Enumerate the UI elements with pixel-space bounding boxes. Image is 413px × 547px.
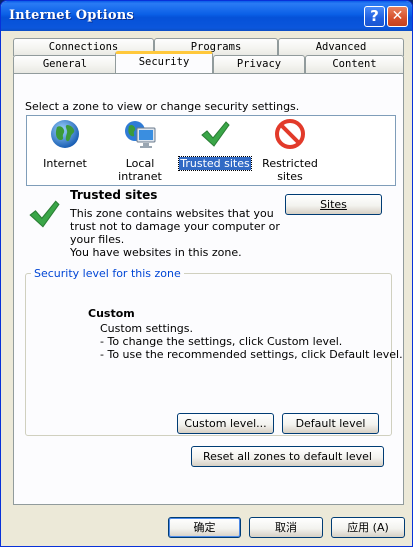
zone-description: This zone contains websites that you tru… bbox=[70, 207, 280, 259]
tab-content[interactable]: Content bbox=[305, 55, 404, 73]
level-desc-line-2: - To change the settings, click Custom l… bbox=[100, 335, 343, 348]
sites-button[interactable]: Sites bbox=[285, 194, 382, 215]
default-level-button[interactable]: Default level bbox=[282, 413, 379, 434]
zone-title: Trusted sites bbox=[70, 188, 158, 202]
zone-desc-line-3: your files. bbox=[70, 233, 125, 246]
level-desc-line-3: - To use the recommended settings, click… bbox=[100, 348, 403, 361]
tab-advanced[interactable]: Advanced bbox=[278, 38, 404, 56]
zone-internet[interactable]: Internet bbox=[27, 118, 103, 170]
title-bar[interactable]: Internet Options ? ✕ bbox=[1, 1, 412, 31]
restricted-icon bbox=[275, 119, 305, 149]
zone-restricted-sites[interactable]: Restricted sites bbox=[252, 118, 328, 183]
help-button[interactable]: ? bbox=[364, 6, 385, 27]
checkmark-icon bbox=[201, 121, 230, 147]
internet-options-window: Internet Options ? ✕ Connections Program… bbox=[0, 0, 413, 547]
zone-local-intranet-label: Local intranet bbox=[118, 157, 162, 183]
zone-restricted-sites-label-1: Restricted bbox=[262, 157, 318, 170]
intranet-icon bbox=[125, 121, 156, 148]
custom-level-button[interactable]: Custom level... bbox=[177, 413, 274, 434]
close-button[interactable]: ✕ bbox=[387, 6, 408, 27]
zone-trusted-sites-label: Trusted sites bbox=[178, 156, 252, 171]
zone-restricted-sites-label-2: sites bbox=[277, 170, 303, 183]
zone-desc-line-2: trust not to damage your computer or bbox=[70, 220, 280, 233]
globe-icon bbox=[51, 120, 79, 148]
ok-button[interactable]: 确定 bbox=[168, 517, 241, 538]
trusted-sites-checkmark-icon bbox=[29, 200, 60, 228]
tab-privacy[interactable]: Privacy bbox=[213, 55, 305, 73]
security-level-legend: Security level for this zone bbox=[31, 267, 184, 280]
level-title: Custom bbox=[88, 307, 135, 320]
level-description: Custom settings. - To change the setting… bbox=[100, 322, 403, 361]
zone-internet-label: Internet bbox=[43, 157, 87, 170]
reset-all-zones-button[interactable]: Reset all zones to default level bbox=[191, 446, 384, 467]
window-title: Internet Options bbox=[9, 8, 134, 23]
level-desc-line-1: Custom settings. bbox=[100, 322, 194, 335]
zone-desc-line-1: This zone contains websites that you bbox=[70, 207, 274, 220]
cancel-button[interactable]: 取消 bbox=[249, 517, 323, 538]
zone-trusted-sites[interactable]: Trusted sites bbox=[177, 118, 253, 171]
sites-button-label: Sites bbox=[320, 198, 347, 211]
zone-prompt: Select a zone to view or change security… bbox=[25, 100, 300, 113]
zone-local-intranet[interactable]: Local intranet bbox=[102, 118, 178, 183]
tab-security[interactable]: Security bbox=[115, 51, 213, 73]
apply-button[interactable]: 应用 (A) bbox=[331, 517, 405, 538]
tab-general[interactable]: General bbox=[13, 55, 117, 73]
zone-desc-line-4: You have websites in this zone. bbox=[70, 246, 242, 259]
